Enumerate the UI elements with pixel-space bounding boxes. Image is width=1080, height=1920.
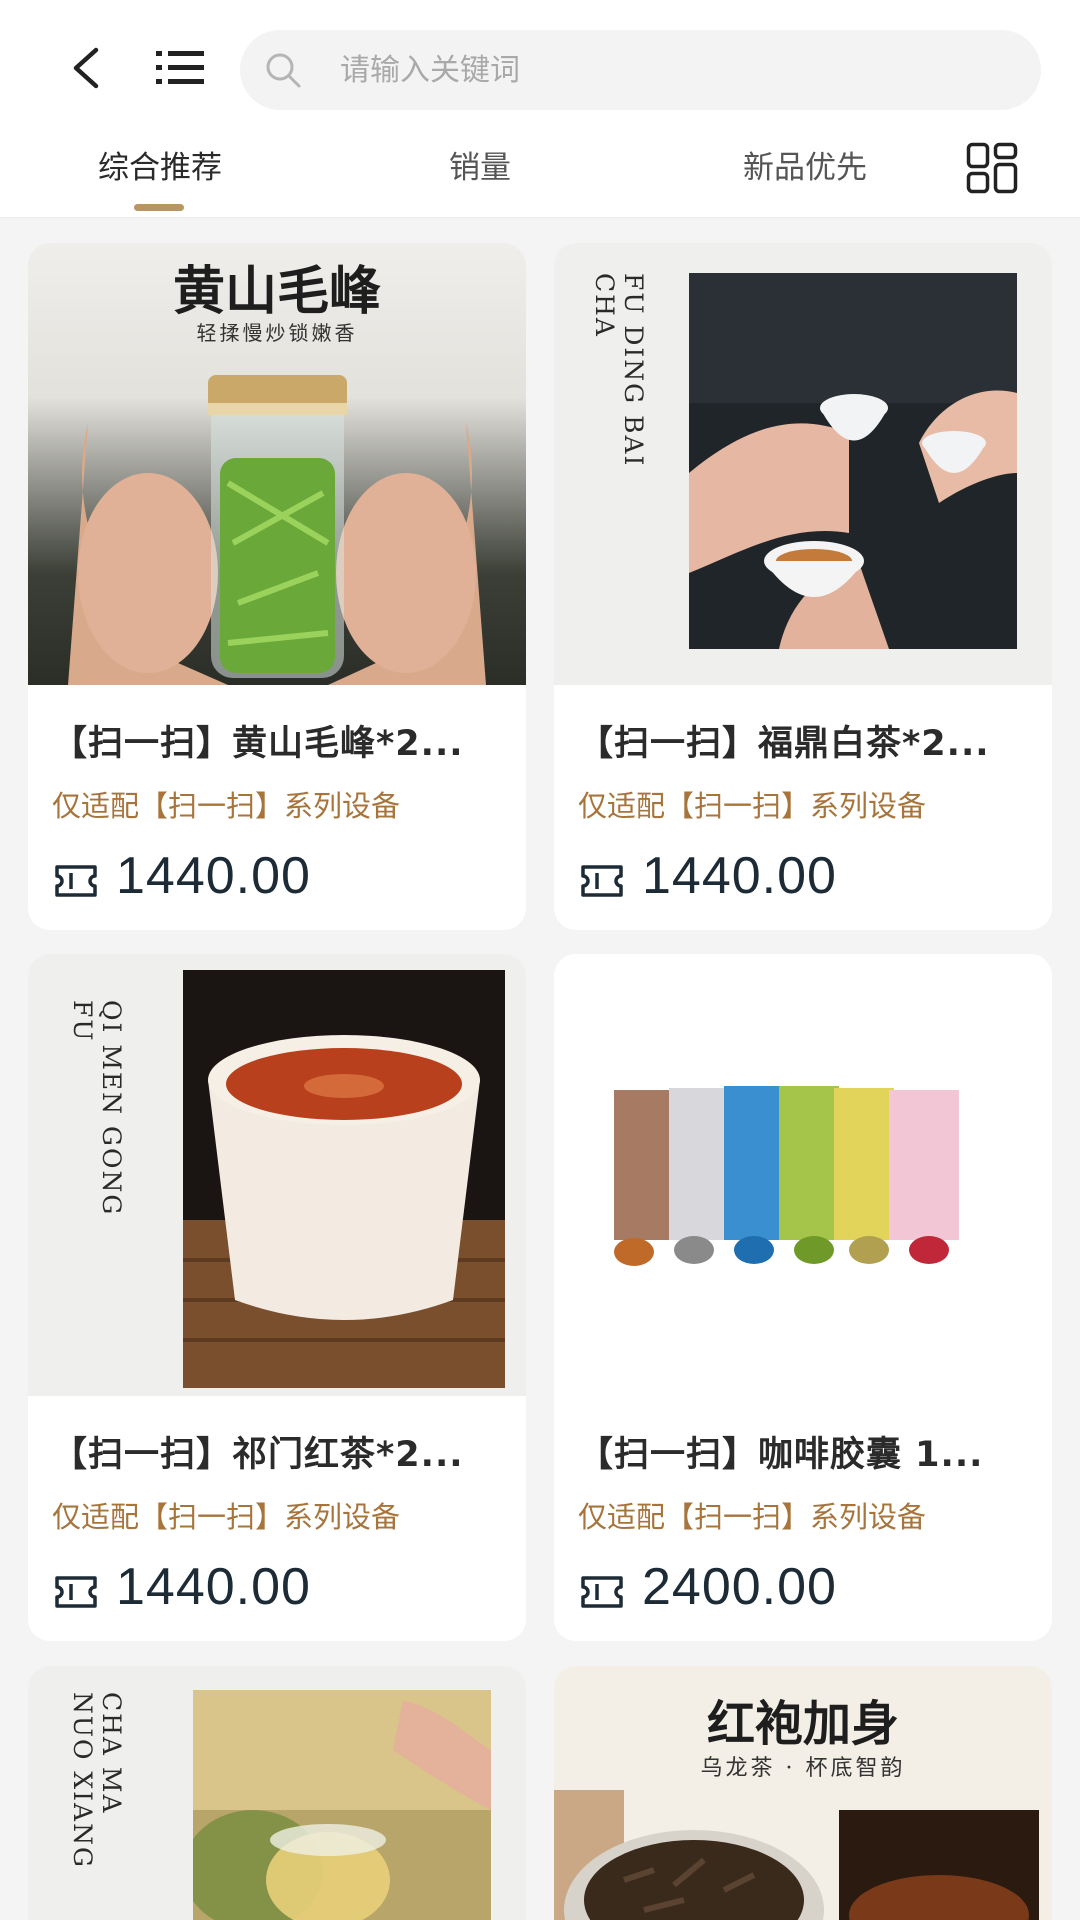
search-icon (262, 49, 304, 91)
product-card[interactable]: FU DING BAI CHA 【扫一扫】福鼎白茶*2... 仅适配【扫一扫】系… (554, 243, 1052, 930)
image-vertical-text: QI MEN GONG FU (68, 1000, 126, 1217)
ticket-icon (55, 865, 97, 897)
product-image: QI MEN GONG FU (28, 954, 526, 1396)
product-price: 1440.00 (116, 847, 311, 905)
category-menu-button[interactable] (152, 40, 208, 96)
product-card[interactable]: 黄山毛峰 轻揉慢炒锁嫩香 【扫一扫】黄山毛峰*2... 仅适配【扫一扫】系列设备… (28, 243, 526, 930)
tab-recommended[interactable]: 综合推荐 (90, 142, 230, 192)
grid-view-icon (966, 142, 1018, 194)
image-subline: 乌龙茶 · 杯底智韵 (700, 1756, 906, 1781)
product-price: 1440.00 (642, 847, 837, 905)
layout-toggle-button[interactable] (966, 142, 1018, 194)
product-card[interactable]: CHA MA NUO XIANG (28, 1666, 526, 1920)
product-image: CHA MA NUO XIANG (28, 1666, 526, 1920)
image-subline: 轻揉慢炒锁嫩香 (196, 321, 358, 345)
product-title: 【扫一扫】黄山毛峰*2... (52, 724, 464, 764)
image-vertical-text: CHA MA NUO XIANG (68, 1692, 126, 1869)
product-price: 1440.00 (116, 1558, 311, 1616)
tab-newest[interactable]: 新品优先 (730, 142, 880, 192)
product-price: 2400.00 (642, 1558, 837, 1616)
search-input[interactable] (340, 40, 990, 100)
list-icon (156, 51, 204, 84)
active-tab-indicator (134, 204, 184, 211)
product-image: 红袍加身 乌龙茶 · 杯底智韵 (554, 1666, 1052, 1920)
ticket-icon (581, 865, 623, 897)
product-card[interactable]: QI MEN GONG FU 【扫一扫】祁门红茶*2... 仅适配【扫一扫】系列… (28, 954, 526, 1641)
product-title: 【扫一扫】祁门红茶*2... (52, 1435, 464, 1475)
search-bar[interactable] (240, 30, 1041, 110)
back-button[interactable] (58, 40, 114, 96)
image-headline: 红袍加身 (706, 1696, 899, 1752)
top-bar: 综合推荐 销量 新品优先 (0, 0, 1080, 218)
product-title: 【扫一扫】福鼎白茶*2... (578, 724, 990, 764)
product-compatibility: 仅适配【扫一扫】系列设备 (578, 1500, 927, 1534)
product-card[interactable]: 红袍加身 乌龙茶 · 杯底智韵 (554, 1666, 1052, 1920)
chevron-left-icon (73, 47, 99, 89)
ticket-icon (55, 1576, 97, 1608)
ticket-icon (581, 1576, 623, 1608)
image-headline: 黄山毛峰 (172, 261, 381, 322)
product-image (554, 954, 1052, 1396)
product-compatibility: 仅适配【扫一扫】系列设备 (52, 1500, 401, 1534)
product-image: 黄山毛峰 轻揉慢炒锁嫩香 (28, 243, 526, 685)
product-title: 【扫一扫】咖啡胶囊 1... (578, 1435, 984, 1475)
product-compatibility: 仅适配【扫一扫】系列设备 (52, 789, 401, 823)
tab-sales[interactable]: 销量 (430, 142, 530, 192)
product-compatibility: 仅适配【扫一扫】系列设备 (578, 789, 927, 823)
product-card[interactable]: 【扫一扫】咖啡胶囊 1... 仅适配【扫一扫】系列设备 2400.00 (554, 954, 1052, 1641)
product-image: FU DING BAI CHA (554, 243, 1052, 685)
image-vertical-text: FU DING BAI CHA (590, 273, 648, 468)
